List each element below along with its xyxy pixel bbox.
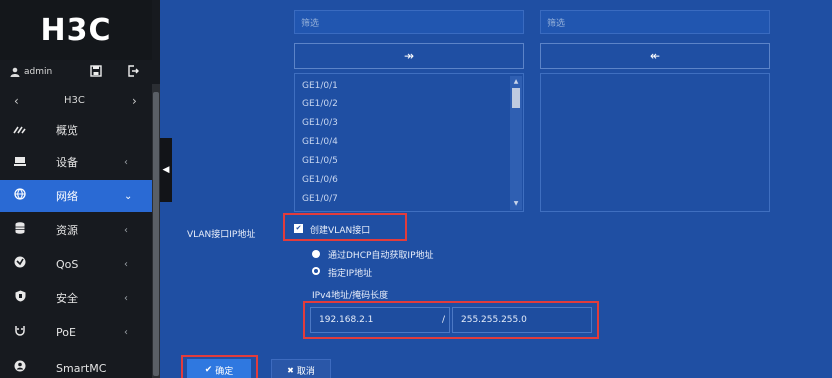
- scroll-down-icon[interactable]: ▼: [512, 200, 520, 207]
- mask-value: 255.255.255.0: [461, 315, 527, 325]
- sidebar: H3C admin ‹ H3C › 概览 设备 ‹ 网络 ⌄ 资源 ‹ QoS …: [0, 0, 160, 378]
- database-icon: [12, 222, 28, 238]
- create-vlan-label: 创建VLAN接口: [310, 226, 371, 236]
- check-icon: ✔: [204, 365, 213, 375]
- filter-input-left[interactable]: 筛选: [294, 10, 524, 34]
- caret-left-icon: ◀: [162, 165, 170, 175]
- list-item[interactable]: GE1/0/1: [302, 81, 338, 91]
- nav-label: QoS: [56, 257, 79, 271]
- user-icon: [10, 67, 20, 77]
- nav-label: PoE: [56, 325, 76, 339]
- dhcp-radio[interactable]: [312, 250, 320, 258]
- close-icon: ✖: [287, 365, 294, 375]
- static-ip-option-label: 指定IP地址: [328, 269, 373, 279]
- prev-device-button[interactable]: ‹: [14, 94, 19, 108]
- move-left-button[interactable]: ↞: [540, 43, 770, 69]
- nav-item-overview[interactable]: 概览: [0, 114, 152, 146]
- double-arrow-left-icon: ↞: [649, 49, 661, 63]
- chevron-left-icon: ‹: [124, 156, 128, 168]
- selected-ports-list: [540, 73, 770, 212]
- scroll-up-icon[interactable]: ▲: [512, 78, 520, 85]
- nav-item-network[interactable]: 网络 ⌄: [0, 180, 152, 212]
- nav-item-security[interactable]: 安全 ‹: [0, 282, 152, 314]
- dhcp-option-label: 通过DHCP自动获取IP地址: [328, 251, 434, 261]
- username: admin: [24, 67, 53, 77]
- list-item[interactable]: GE1/0/3: [302, 118, 338, 128]
- list-item[interactable]: GE1/0/7: [302, 194, 338, 204]
- cancel-button[interactable]: ✖ 取消: [271, 359, 331, 378]
- smartmc-icon: [12, 360, 28, 376]
- cancel-label: 取消: [296, 366, 315, 377]
- globe-icon: [12, 188, 28, 204]
- nav-label: 资源: [56, 224, 78, 237]
- chevron-left-icon: ‹: [124, 224, 128, 236]
- logo-text: H3C: [40, 12, 112, 48]
- available-ports-list: GE1/0/1 GE1/0/2 GE1/0/3 GE1/0/4 GE1/0/5 …: [294, 73, 524, 212]
- qos-icon: [12, 256, 28, 272]
- mask-input[interactable]: 255.255.255.0: [452, 307, 592, 333]
- filter-placeholder: 筛选: [301, 19, 320, 29]
- check-icon: ✔: [295, 224, 302, 232]
- user-bar: admin: [0, 60, 152, 84]
- shield-icon: [12, 290, 28, 306]
- dashboard-icon: [12, 123, 28, 138]
- create-vlan-checkbox[interactable]: ✔: [294, 224, 303, 233]
- vlan-ip-field-label: VLAN接口IP地址: [187, 230, 256, 240]
- next-device-button[interactable]: ›: [132, 94, 137, 108]
- chevron-left-icon: ‹: [124, 258, 128, 270]
- ip-mask-separator: /: [442, 315, 446, 325]
- nav-item-poe[interactable]: PoE ‹: [0, 316, 152, 348]
- nav-item-qos[interactable]: QoS ‹: [0, 248, 152, 280]
- device-icon: [12, 155, 28, 170]
- save-icon[interactable]: [90, 65, 102, 80]
- list-item[interactable]: GE1/0/2: [302, 99, 338, 109]
- current-device: H3C: [64, 95, 85, 106]
- ipv4-mask-label: IPv4地址/掩码长度: [312, 291, 389, 301]
- list-item[interactable]: GE1/0/6: [302, 175, 338, 185]
- logout-icon[interactable]: [127, 65, 139, 80]
- port-list-scrollbar[interactable]: ▲ ▼: [510, 76, 522, 210]
- ok-label: 确定: [215, 366, 234, 377]
- double-arrow-right-icon: ↠: [403, 49, 415, 63]
- ipv4-address-value: 192.168.2.1: [319, 315, 374, 325]
- move-right-button[interactable]: ↠: [294, 43, 524, 69]
- ipv4-address-input[interactable]: 192.168.2.1: [310, 307, 450, 333]
- nav-label: 安全: [56, 292, 78, 305]
- nav-label: 设备: [56, 156, 78, 169]
- nav-item-resource[interactable]: 资源 ‹: [0, 214, 152, 246]
- poe-icon: [12, 324, 28, 340]
- nav-label: SmartMC: [56, 361, 107, 375]
- nav-item-device[interactable]: 设备 ‹: [0, 146, 152, 178]
- nav-label: 概览: [56, 124, 78, 137]
- nav-label: 网络: [56, 190, 78, 203]
- port-list-scroll-thumb[interactable]: [512, 88, 520, 108]
- brand-logo[interactable]: H3C: [0, 0, 152, 60]
- device-switcher: ‹ H3C ›: [0, 90, 152, 112]
- ok-button[interactable]: ✔ 确定: [187, 359, 251, 378]
- chevron-left-icon: ‹: [124, 326, 128, 338]
- chevron-left-icon: ‹: [124, 292, 128, 304]
- static-ip-radio[interactable]: [312, 267, 320, 275]
- filter-placeholder: 筛选: [547, 19, 566, 29]
- chevron-down-icon: ⌄: [124, 190, 133, 202]
- collapse-sidebar-button[interactable]: ◀: [160, 138, 172, 202]
- nav-item-smartmc[interactable]: SmartMC: [0, 352, 152, 378]
- sidebar-scrollbar-thumb[interactable]: [153, 92, 159, 376]
- list-item[interactable]: GE1/0/4: [302, 137, 338, 147]
- list-item[interactable]: GE1/0/5: [302, 156, 338, 166]
- filter-input-right[interactable]: 筛选: [540, 10, 770, 34]
